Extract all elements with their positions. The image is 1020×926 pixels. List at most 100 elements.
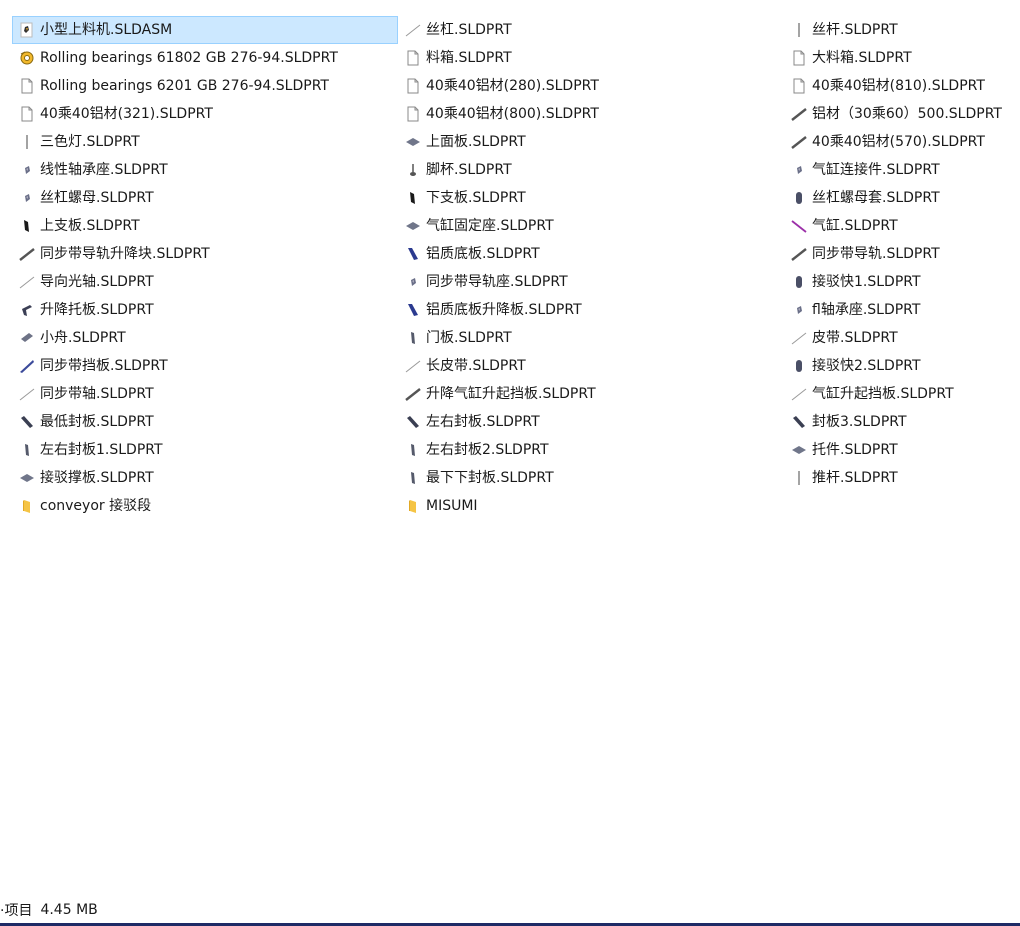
blue-slab-icon [404, 301, 422, 319]
file-item[interactable]: 左右封板.SLDPRT [398, 408, 784, 436]
file-item[interactable]: Rolling bearings 6201 GB 276-94.SLDPRT [12, 72, 398, 100]
file-item[interactable]: 接驳撑板.SLDPRT [12, 464, 398, 492]
cylinder-icon [790, 273, 808, 291]
file-name: 左右封板2.SLDPRT [426, 442, 549, 458]
file-item[interactable]: 封板3.SLDPRT [784, 408, 1020, 436]
file-name: 同步带挡板.SLDPRT [40, 358, 168, 374]
file-name: 铝材（30乘60）500.SLDPRT [812, 106, 1002, 122]
file-item[interactable]: 接驳快2.SLDPRT [784, 352, 1020, 380]
file-item[interactable]: 脚杯.SLDPRT [398, 156, 784, 184]
file-name: 40乘40铝材(810).SLDPRT [812, 78, 985, 94]
file-name: 大料箱.SLDPRT [812, 50, 912, 66]
file-item[interactable]: 40乘40铝材(321).SLDPRT [12, 100, 398, 128]
file-name: 升降气缸升起挡板.SLDPRT [426, 386, 596, 402]
file-item[interactable]: 推杆.SLDPRT [784, 464, 1020, 492]
purple-rod-icon [790, 217, 808, 235]
file-item[interactable]: 气缸升起挡板.SLDPRT [784, 380, 1020, 408]
file-item[interactable]: 左右封板1.SLDPRT [12, 436, 398, 464]
file-item[interactable]: Rolling bearings 61802 GB 276-94.SLDPRT [12, 44, 398, 72]
file-item[interactable]: 40乘40铝材(570).SLDPRT [784, 128, 1020, 156]
thin-diagonal-icon [790, 385, 808, 403]
file-item[interactable]: 同步带导轨升降块.SLDPRT [12, 240, 398, 268]
file-item[interactable]: 气缸.SLDPRT [784, 212, 1020, 240]
file-item[interactable]: 线性轴承座.SLDPRT [12, 156, 398, 184]
file-item[interactable]: 上面板.SLDPRT [398, 128, 784, 156]
file-item[interactable]: 长皮带.SLDPRT [398, 352, 784, 380]
file-item[interactable]: 丝杆.SLDPRT [784, 16, 1020, 44]
file-item[interactable]: 40乘40铝材(280).SLDPRT [398, 72, 784, 100]
flat-plate-icon [18, 469, 36, 487]
slanted-plate-icon [404, 413, 422, 431]
file-item[interactable]: 同步带导轨.SLDPRT [784, 240, 1020, 268]
file-item[interactable]: 升降气缸升起挡板.SLDPRT [398, 380, 784, 408]
file-item[interactable]: 上支板.SLDPRT [12, 212, 398, 240]
file-name: 接驳快1.SLDPRT [812, 274, 921, 290]
thin-diagonal-icon [18, 385, 36, 403]
file-name: MISUMI [426, 498, 478, 514]
file-name: 左右封板.SLDPRT [426, 414, 540, 430]
file-name: 门板.SLDPRT [426, 330, 512, 346]
thin-diagonal-icon [790, 329, 808, 347]
flat-plate-icon [404, 133, 422, 151]
vertical-plate-icon [404, 469, 422, 487]
file-name: 推杆.SLDPRT [812, 470, 898, 486]
file-name: 气缸固定座.SLDPRT [426, 218, 554, 234]
vertical-plate-icon [404, 329, 422, 347]
item-count: ·项目 [0, 903, 33, 919]
file-item[interactable]: 门板.SLDPRT [398, 324, 784, 352]
small-part-icon [18, 161, 36, 179]
file-item[interactable]: 三色灯.SLDPRT [12, 128, 398, 156]
file-item[interactable]: 丝杠螺母套.SLDPRT [784, 184, 1020, 212]
file-item[interactable]: 小型上料机.SLDASM [12, 16, 398, 44]
file-item[interactable]: 大料箱.SLDPRT [784, 44, 1020, 72]
file-item[interactable]: 最下下封板.SLDPRT [398, 464, 784, 492]
file-name: 三色灯.SLDPRT [40, 134, 140, 150]
file-item[interactable]: 40乘40铝材(800).SLDPRT [398, 100, 784, 128]
cylinder-icon [790, 357, 808, 375]
bracket-icon [18, 301, 36, 319]
file-item[interactable]: 导向光轴.SLDPRT [12, 268, 398, 296]
file-name: 小舟.SLDPRT [40, 330, 126, 346]
file-item[interactable]: 最低封板.SLDPRT [12, 408, 398, 436]
thin-rod-icon [790, 21, 808, 39]
file-item[interactable]: 铝质底板升降板.SLDPRT [398, 296, 784, 324]
file-item[interactable]: 左右封板2.SLDPRT [398, 436, 784, 464]
bearing-icon [18, 49, 36, 67]
file-item[interactable]: 气缸连接件.SLDPRT [784, 156, 1020, 184]
blank-file-icon [18, 105, 36, 123]
file-item[interactable]: 托件.SLDPRT [784, 436, 1020, 464]
file-name: 线性轴承座.SLDPRT [40, 162, 168, 178]
file-item[interactable]: 同步带挡板.SLDPRT [12, 352, 398, 380]
file-item[interactable]: MISUMI [398, 492, 784, 520]
file-item[interactable]: 料箱.SLDPRT [398, 44, 784, 72]
cylinder-icon [790, 189, 808, 207]
file-item[interactable]: 同步带导轨座.SLDPRT [398, 268, 784, 296]
file-item[interactable]: 小舟.SLDPRT [12, 324, 398, 352]
file-name: 皮带.SLDPRT [812, 330, 898, 346]
file-item[interactable]: 接驳快1.SLDPRT [784, 268, 1020, 296]
file-name: 长皮带.SLDPRT [426, 358, 526, 374]
file-name: 同步带导轨座.SLDPRT [426, 274, 568, 290]
file-item[interactable]: 皮带.SLDPRT [784, 324, 1020, 352]
file-name: 脚杯.SLDPRT [426, 162, 512, 178]
file-item[interactable]: 同步带轴.SLDPRT [12, 380, 398, 408]
file-name: Rolling bearings 6201 GB 276-94.SLDPRT [40, 78, 329, 94]
file-item[interactable]: fl轴承座.SLDPRT [784, 296, 1020, 324]
blue-diagonal-icon [18, 357, 36, 375]
file-name: 气缸.SLDPRT [812, 218, 898, 234]
file-name: 接驳撑板.SLDPRT [40, 470, 154, 486]
file-item[interactable]: 铝质底板.SLDPRT [398, 240, 784, 268]
file-item[interactable]: 铝材（30乘60）500.SLDPRT [784, 100, 1020, 128]
file-item[interactable]: conveyor 接驳段 [12, 492, 398, 520]
file-item[interactable]: 丝杠螺母.SLDPRT [12, 184, 398, 212]
file-item[interactable]: 下支板.SLDPRT [398, 184, 784, 212]
file-item[interactable]: 气缸固定座.SLDPRT [398, 212, 784, 240]
dark-plate-icon [404, 189, 422, 207]
file-item[interactable]: 升降托板.SLDPRT [12, 296, 398, 324]
slanted-plate-icon [18, 413, 36, 431]
file-item[interactable]: 40乘40铝材(810).SLDPRT [784, 72, 1020, 100]
file-item[interactable]: 丝杠.SLDPRT [398, 16, 784, 44]
file-name: 左右封板1.SLDPRT [40, 442, 163, 458]
file-name: 40乘40铝材(321).SLDPRT [40, 106, 213, 122]
blank-file-icon [18, 77, 36, 95]
